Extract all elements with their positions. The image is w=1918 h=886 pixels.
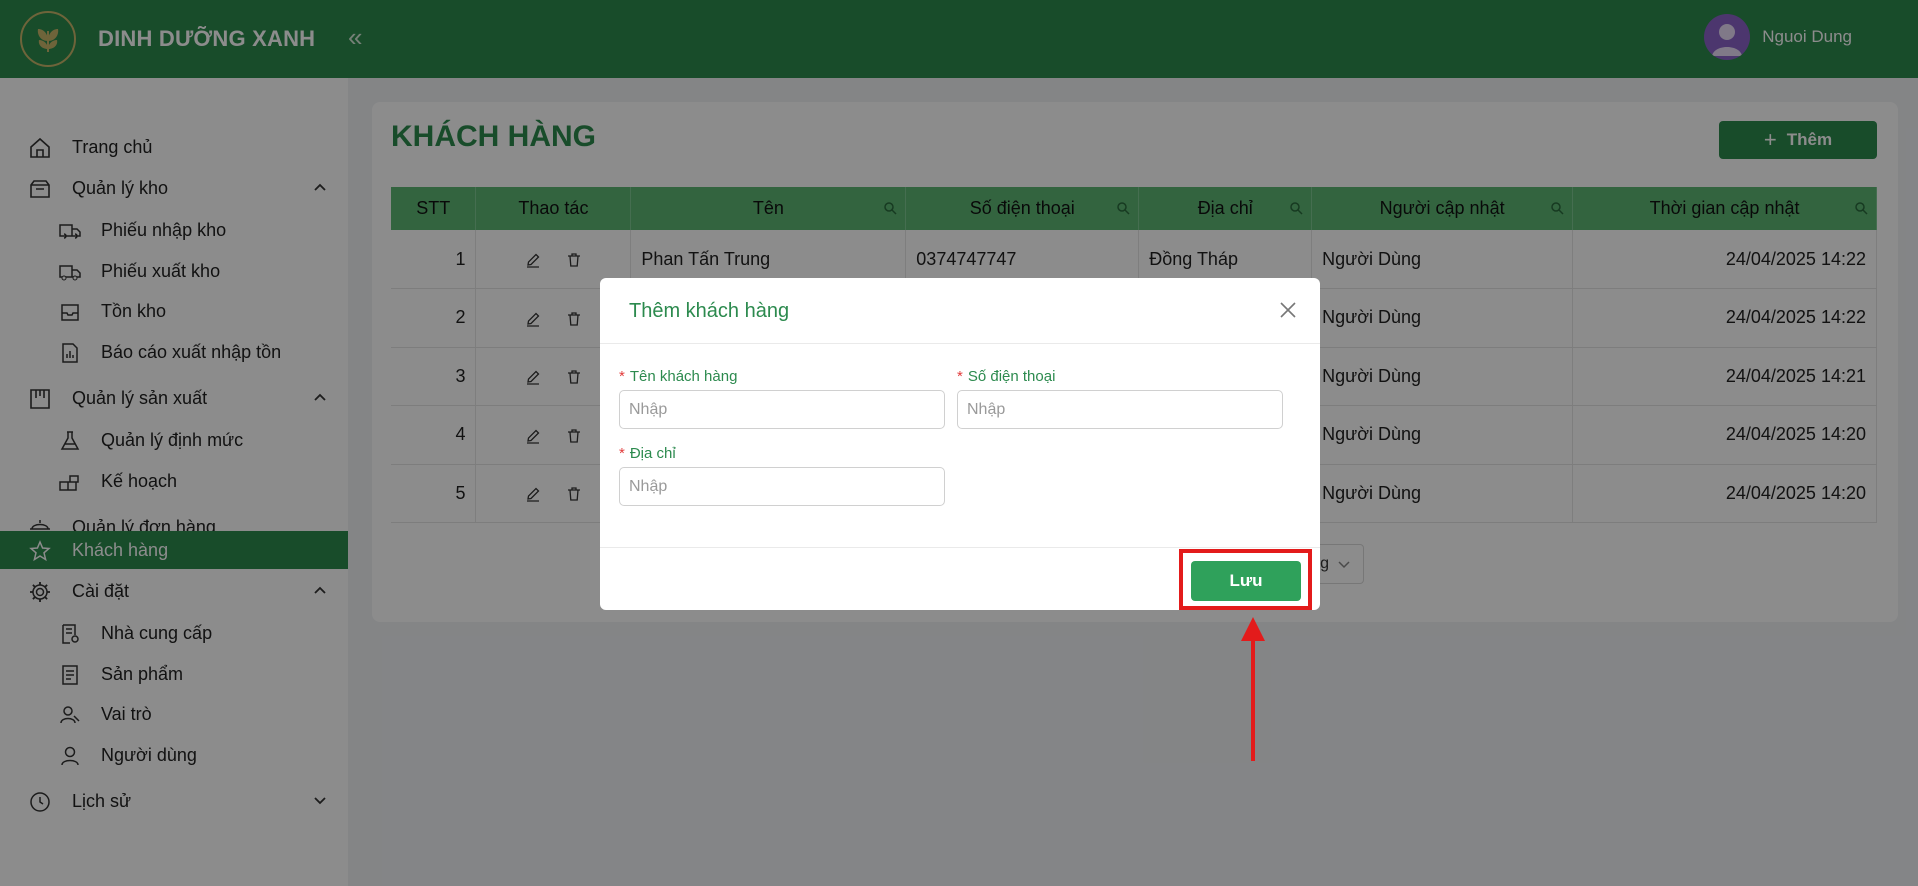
- customer-name-input[interactable]: [619, 390, 945, 429]
- save-button[interactable]: Lưu: [1191, 561, 1301, 601]
- close-icon[interactable]: [1278, 300, 1298, 320]
- phone-input[interactable]: [957, 390, 1283, 429]
- address-label: * Địa chỉ: [619, 445, 676, 462]
- modal-footer-divider: [600, 547, 1320, 548]
- required-mark: *: [619, 445, 625, 462]
- modal-divider: [600, 343, 1320, 344]
- annotation-arrow-icon: [1241, 617, 1265, 761]
- required-mark: *: [957, 368, 963, 385]
- customer-name-label: * Tên khách hàng: [619, 368, 738, 385]
- modal-title: Thêm khách hàng: [629, 300, 790, 322]
- address-input[interactable]: [619, 467, 945, 506]
- phone-label: * Số điện thoại: [957, 368, 1056, 385]
- add-customer-modal: Thêm khách hàng *Tên khách hàng *Số điện…: [600, 278, 1320, 610]
- required-mark: *: [619, 368, 625, 385]
